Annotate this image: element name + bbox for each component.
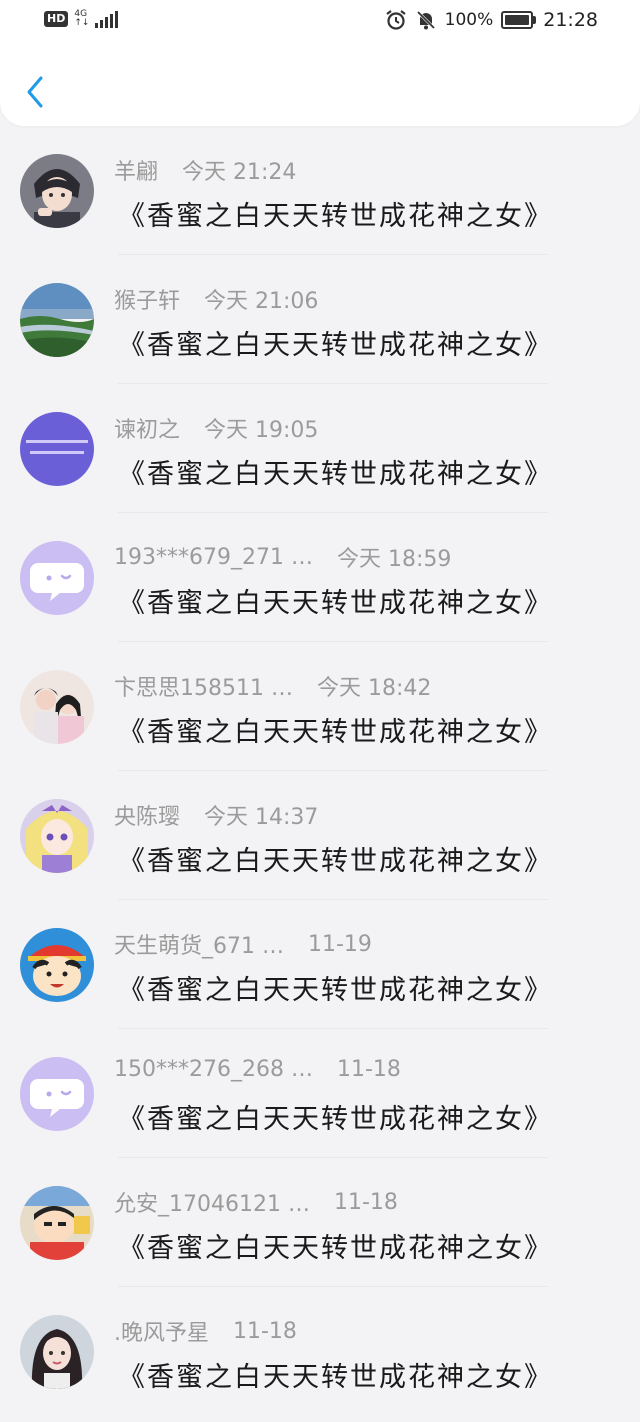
comment-meta: 天生萌货_671 … 11-19	[114, 928, 372, 960]
nav-bar	[0, 44, 640, 126]
comment-item[interactable]: 羊翩 今天 21:24 《香蜜之白天天转世成花神之女》	[0, 126, 640, 255]
comment-text: 《香蜜之白天天转世成花神之女》	[118, 1104, 553, 1135]
network-indicator: 4G ↑↓	[74, 10, 89, 28]
crayon-shin-avatar-image	[20, 1186, 94, 1260]
anime-boy-avatar-image	[20, 154, 94, 228]
comment-item[interactable]: 央陈璎 今天 14:37 《香蜜之白天天转世成花神之女》	[0, 771, 640, 900]
avatar[interactable]	[20, 799, 94, 873]
comment-text: 《香蜜之白天天转世成花神之女》	[118, 1233, 553, 1264]
battery-icon	[501, 11, 537, 29]
comment-text: 《香蜜之白天天转世成花神之女》	[118, 201, 553, 232]
comment-meta: 150***276_268 … 11-18	[114, 1057, 401, 1082]
username[interactable]: 天生萌货_671 …	[114, 928, 284, 960]
back-button[interactable]	[20, 72, 50, 112]
avatar[interactable]	[20, 412, 94, 486]
username[interactable]: 允安_17046121 …	[114, 1186, 310, 1218]
comment-item[interactable]: 猴子轩 今天 21:06 《香蜜之白天天转世成花神之女》	[0, 255, 640, 384]
comment-meta: 卞思思158511 … 今天 18:42	[114, 670, 431, 702]
anime-girl-avatar-image	[20, 799, 94, 873]
comment-meta: 猴子轩 今天 21:06	[114, 283, 318, 315]
comment-time: 11-18	[336, 1057, 401, 1082]
avatar[interactable]	[20, 928, 94, 1002]
comment-meta: 允安_17046121 … 11-18	[114, 1186, 398, 1218]
avatar[interactable]	[20, 1186, 94, 1260]
purple-text-avatar-image	[20, 412, 94, 486]
comment-time: 今天 21:24	[182, 160, 297, 185]
comment-item[interactable]: 卞思思158511 … 今天 18:42 《香蜜之白天天转世成花神之女》	[0, 642, 640, 771]
username[interactable]: 150***276_268 …	[114, 1057, 313, 1082]
comment-item[interactable]: 天生萌货_671 … 11-19 《香蜜之白天天转世成花神之女》	[0, 900, 640, 1029]
comment-text: 《香蜜之白天天转世成花神之女》	[118, 588, 553, 619]
clock: 21:28	[543, 9, 598, 31]
comment-meta: 羊翩 今天 21:24	[114, 154, 296, 186]
username[interactable]: 卞思思158511 …	[114, 670, 293, 702]
landscape-avatar-image	[20, 283, 94, 357]
comment-meta: 193***679_271 … 今天 18:59	[114, 541, 451, 573]
comment-text: 《香蜜之白天天转世成花神之女》	[118, 330, 553, 361]
status-bar: HD 4G ↑↓ 100% 21:28	[0, 0, 640, 44]
comment-item[interactable]: 193***679_271 … 今天 18:59 《香蜜之白天天转世成花神之女》	[0, 513, 640, 642]
avatar[interactable]	[20, 154, 94, 228]
mute-icon	[416, 10, 435, 30]
comment-item[interactable]: 允安_17046121 … 11-18 《香蜜之白天天转世成花神之女》	[0, 1158, 640, 1287]
couple-avatar-image	[20, 670, 94, 744]
username[interactable]: 猴子轩	[114, 283, 180, 315]
default-bubble-avatar-image	[20, 541, 94, 615]
default-bubble-avatar-image	[20, 1057, 94, 1131]
comment-time: 今天 18:59	[336, 547, 452, 572]
comment-time: 今天 14:37	[204, 805, 319, 830]
comment-item[interactable]: .晚风予星 11-18 《香蜜之白天天转世成花神之女》	[0, 1287, 640, 1416]
comment-time: 11-19	[308, 931, 372, 957]
hd-badge: HD	[44, 11, 69, 27]
signal-icon	[95, 10, 119, 28]
comment-meta: 央陈璎 今天 14:37	[114, 799, 318, 831]
chevron-left-icon	[27, 76, 43, 108]
username[interactable]: 羊翩	[114, 154, 158, 186]
status-left: HD 4G ↑↓	[44, 10, 119, 28]
avatar[interactable]	[20, 1315, 94, 1389]
comment-meta: .晚风予星 11-18	[114, 1315, 297, 1347]
username[interactable]: 193***679_271 …	[114, 545, 313, 570]
avatar[interactable]	[20, 541, 94, 615]
alarm-icon	[385, 10, 406, 30]
comment-time: 11-18	[333, 1189, 398, 1215]
username[interactable]: 谏初之	[114, 412, 180, 444]
username[interactable]: .晚风予星	[114, 1315, 209, 1347]
comment-text: 《香蜜之白天天转世成花神之女》	[118, 1362, 553, 1393]
comment-text: 《香蜜之白天天转世成花神之女》	[118, 717, 553, 748]
comment-time: 今天 19:05	[204, 418, 319, 443]
comment-text: 《香蜜之白天天转世成花神之女》	[118, 975, 553, 1006]
comment-list: 羊翩 今天 21:24 《香蜜之白天天转世成花神之女》 猴子轩 今天 21:06…	[0, 126, 640, 1416]
comment-item[interactable]: 150***276_268 … 11-18 《香蜜之白天天转世成花神之女》	[0, 1029, 640, 1158]
battery-percent: 100%	[444, 10, 494, 30]
comment-meta: 谏初之 今天 19:05	[114, 412, 318, 444]
comment-time: 今天 18:42	[316, 676, 432, 701]
avatar[interactable]	[20, 670, 94, 744]
avatar[interactable]	[20, 1057, 94, 1131]
comment-time: 今天 21:06	[204, 289, 319, 314]
comment-text: 《香蜜之白天天转世成花神之女》	[118, 846, 553, 877]
avatar[interactable]	[20, 283, 94, 357]
comment-text: 《香蜜之白天天转世成花神之女》	[118, 459, 553, 490]
status-right: 100% 21:28	[385, 9, 598, 31]
cartoon-kid-avatar-image	[20, 928, 94, 1002]
username[interactable]: 央陈璎	[114, 799, 180, 831]
comment-item[interactable]: 谏初之 今天 19:05 《香蜜之白天天转世成花神之女》	[0, 384, 640, 513]
comment-time: 11-18	[233, 1318, 297, 1344]
data-arrows-icon: ↑↓	[74, 18, 90, 28]
portrait-girl-avatar-image	[20, 1315, 94, 1389]
